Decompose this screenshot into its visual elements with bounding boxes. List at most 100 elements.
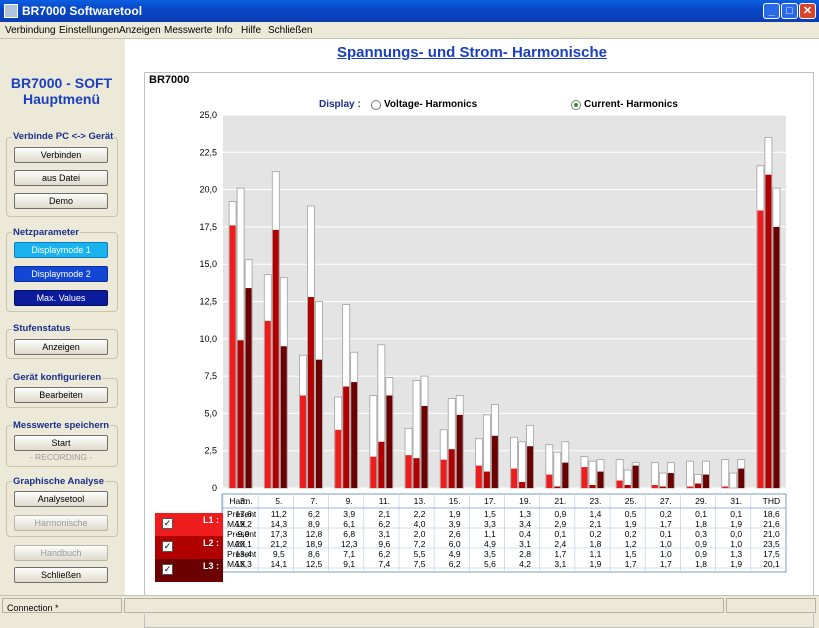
bar-max: [650, 462, 659, 489]
x-tick-label: 13.: [414, 496, 426, 506]
l2-checkbox[interactable]: ✓: [162, 541, 173, 552]
bar-present: [738, 468, 745, 488]
present-value: 9,9: [238, 529, 250, 539]
present-value: 2,0: [414, 529, 426, 539]
l2-label: L2 :: [203, 538, 220, 548]
max-value: 1,8: [695, 559, 707, 569]
l3-label: L3 :: [203, 561, 220, 571]
bar-present: [272, 229, 279, 488]
bar-present: [624, 485, 631, 488]
recording-status: - RECORDING -: [29, 452, 93, 462]
present-value: 5,5: [414, 549, 426, 559]
bar-present: [229, 225, 236, 488]
schliessen-button[interactable]: Schließen: [14, 567, 108, 583]
max-value: 1,9: [590, 559, 602, 569]
present-value: 1,0: [660, 549, 672, 559]
y-tick-label: 10,0: [199, 334, 217, 344]
max-values-button[interactable]: Max. Values: [14, 290, 108, 306]
handbuch-button[interactable]: Handbuch: [14, 545, 108, 561]
bar-present: [413, 458, 420, 488]
minimize-button[interactable]: _: [763, 3, 780, 19]
displaymode-1-button[interactable]: Displaymode 1: [14, 242, 108, 258]
max-value: 18,9: [306, 539, 323, 549]
x-tick-label: 19.: [519, 496, 531, 506]
harmonics-chart: 02,55,07,510,012,515,017,520,022,525,0Ha…: [199, 110, 787, 573]
displaymode-2-button[interactable]: Displaymode 2: [14, 266, 108, 282]
main-content: Spannungs- und Strom- Harmonische BR7000…: [125, 39, 819, 628]
present-value: 1,9: [449, 509, 461, 519]
menu-anzeigen[interactable]: Anzeigen: [119, 25, 161, 36]
bar-present: [562, 462, 569, 488]
brand-line-2: Hauptmenü: [23, 91, 100, 107]
present-value: 0,2: [590, 529, 602, 539]
menu-messwerte[interactable]: Messwerte: [164, 25, 212, 36]
bar-present: [687, 486, 694, 488]
bar-present: [765, 174, 772, 488]
max-value: 1,0: [730, 539, 742, 549]
l3-checkbox[interactable]: ✓: [162, 564, 173, 575]
bar-present: [616, 480, 623, 488]
bar-present: [703, 474, 710, 488]
verbinden-button[interactable]: Verbinden: [14, 147, 108, 163]
status-connection-text: Connection *: [7, 603, 59, 613]
anzeigen-button[interactable]: Anzeigen: [14, 339, 108, 355]
menu-schliessen[interactable]: Schließen: [268, 25, 312, 36]
present-value: 17,3: [271, 529, 288, 539]
bar-max: [518, 441, 526, 489]
max-value: 1,9: [730, 519, 742, 529]
present-value: 1,7: [554, 549, 566, 559]
harmonische-button[interactable]: Harmonische: [14, 515, 108, 531]
bar-present: [695, 483, 702, 488]
l1-checkbox[interactable]: ✓: [162, 518, 173, 529]
present-value: 0,1: [695, 509, 707, 519]
window-title: BR7000 Softwaretool: [22, 4, 143, 18]
bar-present: [722, 486, 729, 488]
present-value: 0,2: [625, 529, 637, 539]
max-value: 1,7: [625, 559, 637, 569]
legend-l3: ✓ L3 :: [155, 559, 223, 582]
aus-datei-button[interactable]: aus Datei: [14, 170, 108, 186]
bar-present: [315, 359, 322, 488]
present-value: 8,6: [308, 549, 320, 559]
menu-info[interactable]: Info: [216, 25, 233, 36]
max-value: 3,1: [519, 539, 531, 549]
max-value: 5,6: [484, 559, 496, 569]
menu-hilfe[interactable]: Hilfe: [241, 25, 261, 36]
menu-einstellungen[interactable]: Einstellungen: [59, 25, 119, 36]
bar-present: [440, 459, 447, 488]
bar-present: [632, 465, 639, 488]
close-window-button[interactable]: ✕: [799, 3, 816, 19]
title-bar: BR7000 Softwaretool _ □ ✕: [0, 0, 819, 22]
group-save-label: Messwerte speichern: [12, 420, 111, 431]
group-analyse-label: Graphische Analyse: [12, 476, 105, 487]
max-value: 23,5: [763, 539, 780, 549]
bar-present: [581, 467, 588, 488]
present-value: 0,2: [660, 509, 672, 519]
group-connect-label: Verbinde PC <-> Gerät: [12, 131, 115, 142]
y-tick-label: 20,0: [199, 185, 217, 195]
present-value: 17,6: [235, 509, 252, 519]
max-value: 1,7: [660, 519, 672, 529]
bar-present: [546, 474, 553, 488]
bar-present: [280, 346, 287, 488]
present-value: 4,9: [449, 549, 461, 559]
maximize-button[interactable]: □: [781, 3, 798, 19]
present-value: 1,4: [590, 509, 602, 519]
max-value: 4,9: [484, 539, 496, 549]
menu-verbindung[interactable]: Verbindung: [5, 25, 56, 36]
bearbeiten-button[interactable]: Bearbeiten: [14, 387, 108, 403]
present-value: 21,0: [763, 529, 780, 539]
max-value: 1,8: [695, 519, 707, 529]
bar-present: [475, 465, 482, 488]
demo-button[interactable]: Demo: [14, 193, 108, 209]
analysetool-button[interactable]: Analysetool: [14, 491, 108, 507]
max-value: 15,3: [235, 559, 252, 569]
max-value: 6,2: [378, 519, 390, 529]
present-value: 0,0: [730, 529, 742, 539]
max-value: 4,2: [519, 559, 531, 569]
present-value: 3,5: [484, 549, 496, 559]
max-value: 7,4: [378, 559, 390, 569]
x-tick-label: 25.: [625, 496, 637, 506]
start-button[interactable]: Start: [14, 435, 108, 451]
max-value: 21,2: [271, 539, 288, 549]
